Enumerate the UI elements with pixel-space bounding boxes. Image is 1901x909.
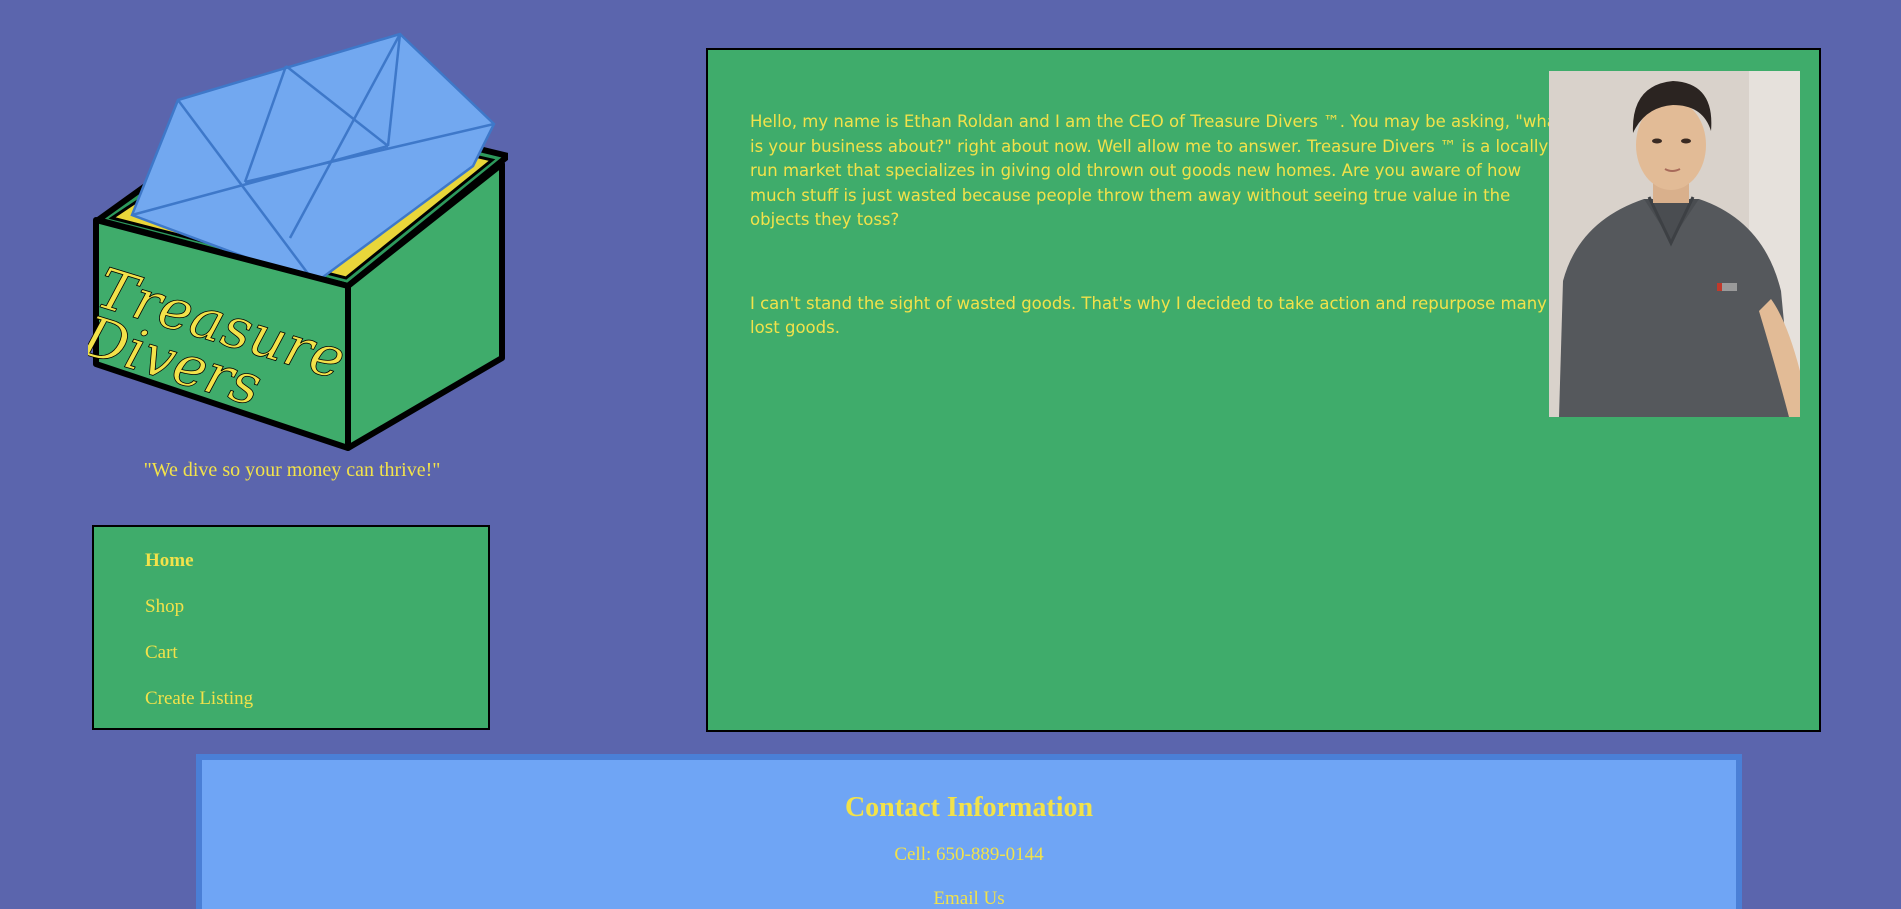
- nav-menu: Home Shop Cart Create Listing: [92, 525, 490, 730]
- contact-footer: Contact Information Cell: 650-889-0144 E…: [196, 754, 1742, 909]
- bio-paragraph-2: I can't stand the sight of wasted goods.…: [750, 293, 1547, 338]
- ceo-photo: [1549, 71, 1800, 417]
- bio-text: Hello, my name is Ethan Roldan and I am …: [750, 110, 1565, 400]
- nav-item-home[interactable]: Home: [145, 547, 253, 593]
- nav-item-create-listing[interactable]: Create Listing: [145, 685, 253, 731]
- email-link[interactable]: Email Us: [202, 887, 1736, 909]
- contact-cell: Cell: 650-889-0144: [894, 844, 1044, 865]
- about-panel: Hello, my name is Ethan Roldan and I am …: [706, 48, 1821, 732]
- bio-paragraph-1: Hello, my name is Ethan Roldan and I am …: [750, 112, 1564, 229]
- nav-item-cart[interactable]: Cart: [145, 639, 253, 685]
- nav-item-shop[interactable]: Shop: [145, 593, 253, 639]
- treasure-divers-logo: Treasure Divers: [73, 28, 511, 458]
- tagline: "We dive so your money can thrive!": [143, 459, 441, 481]
- contact-title: Contact Information: [844, 792, 1094, 823]
